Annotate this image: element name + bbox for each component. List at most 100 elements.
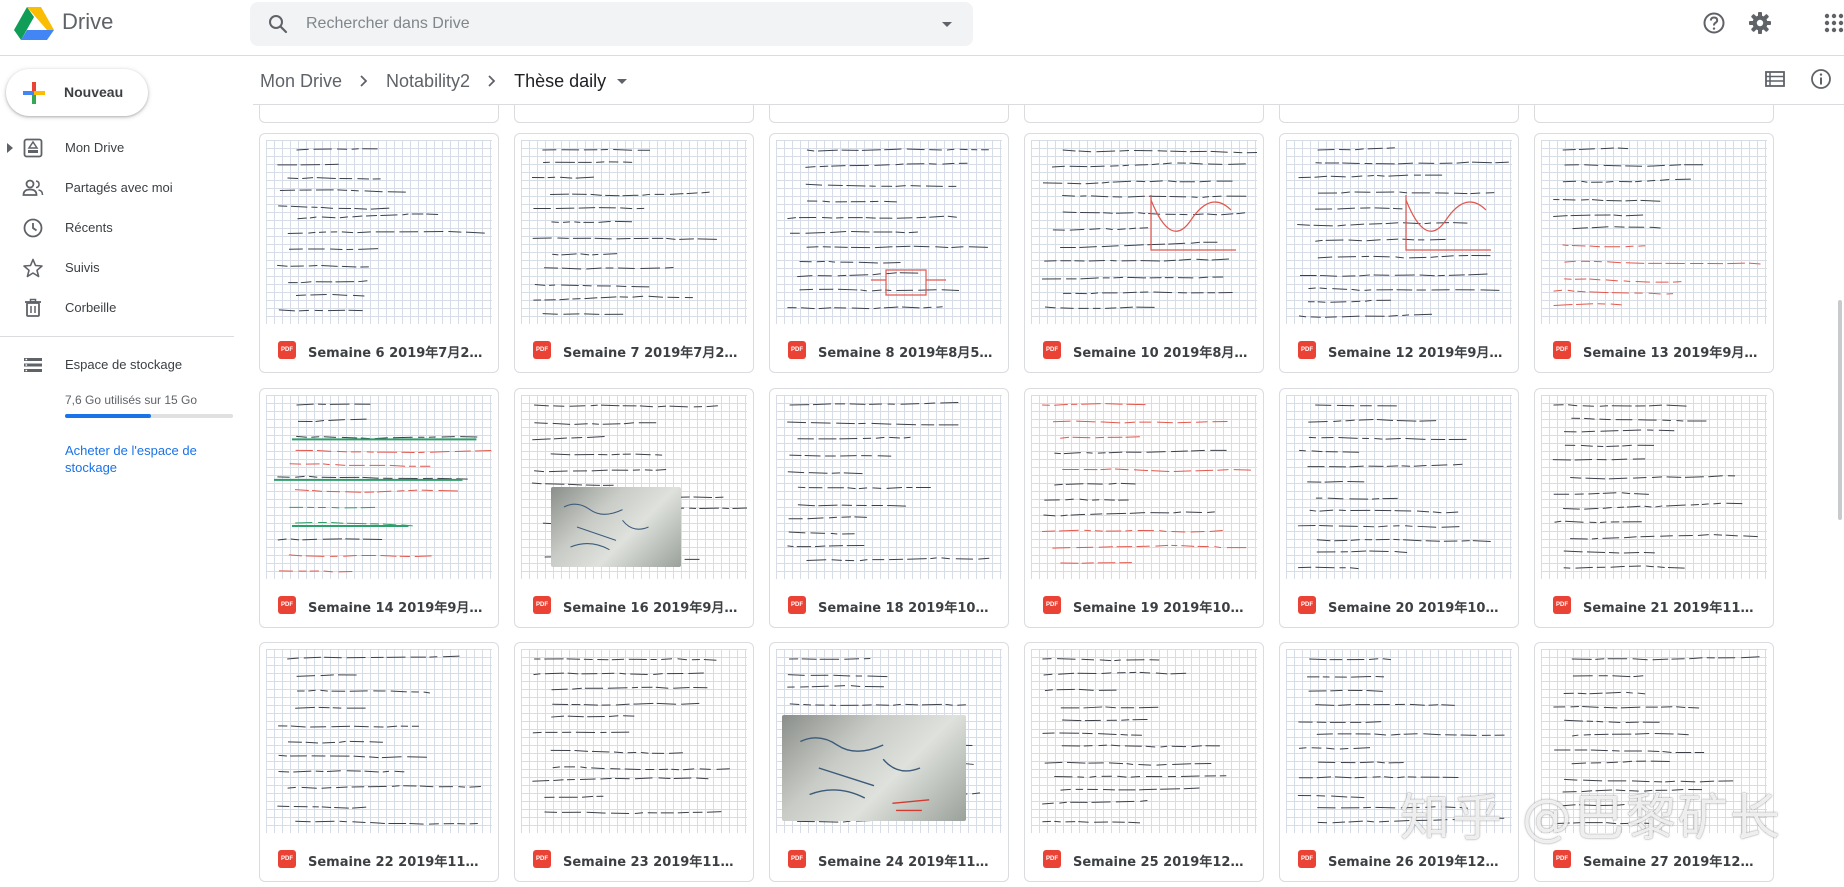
- file-footer[interactable]: PDF Semaine 6 2019年7月22日....: [260, 326, 498, 372]
- file-card[interactable]: PDF Semaine 12 2019年9月2日...: [1279, 133, 1519, 373]
- file-thumbnail[interactable]: [1541, 395, 1767, 579]
- search-bar[interactable]: [250, 2, 973, 46]
- handwriting-stroke: [1307, 676, 1385, 678]
- handwriting-stroke: [296, 674, 357, 677]
- file-card[interactable]: PDF Semaine 24 2019年11月25...: [769, 642, 1009, 882]
- file-thumbnail[interactable]: [1541, 140, 1767, 324]
- sidebar-item-storage[interactable]: Espace de stockage: [0, 349, 238, 381]
- breadcrumb-item-my-drive[interactable]: Mon Drive: [260, 71, 342, 92]
- file-card[interactable]: PDF Semaine 19 2019年10月22...: [1024, 388, 1264, 628]
- file-footer[interactable]: PDF Semaine 14 2019年9月16...: [260, 581, 498, 627]
- pdf-file-icon: PDF: [533, 341, 551, 359]
- file-footer[interactable]: PDF Semaine 18 2019年10月15...: [770, 581, 1008, 627]
- file-name: Semaine 14 2019年9月16...: [308, 601, 490, 616]
- handwriting-stroke: [1553, 706, 1700, 709]
- file-card[interactable]: PDF Semaine 7 2019年7月29日....: [514, 133, 754, 373]
- handwriting-stroke: [550, 749, 683, 754]
- file-footer[interactable]: PDF Semaine 24 2019年11月25...: [770, 835, 1008, 881]
- new-button[interactable]: Nouveau: [6, 69, 148, 116]
- pdf-file-icon: PDF: [278, 850, 296, 868]
- file-card[interactable]: PDF Semaine 14 2019年9月16...: [259, 388, 499, 628]
- breadcrumb-item-current-folder[interactable]: Thèse daily: [514, 71, 606, 92]
- handwriting-stroke: [1044, 761, 1212, 766]
- file-footer[interactable]: PDF Semaine 22 2019年11月12...: [260, 835, 498, 881]
- file-footer[interactable]: PDF Semaine 21 2019年11月4...: [1535, 581, 1773, 627]
- file-thumbnail[interactable]: [266, 140, 492, 324]
- chevron-down-icon[interactable]: [614, 73, 630, 89]
- pdf-file-icon: PDF: [1043, 341, 1061, 359]
- sidebar-item-starred[interactable]: Suivis: [0, 252, 238, 284]
- file-card[interactable]: PDF Semaine 8 2019年8月5日.p...: [769, 133, 1009, 373]
- search-options-caret-icon[interactable]: [935, 12, 959, 36]
- file-thumbnail[interactable]: [776, 649, 1002, 833]
- file-card-partial[interactable]: [259, 105, 499, 123]
- file-thumbnail[interactable]: [266, 649, 492, 833]
- handwritten-notes-preview: [532, 658, 730, 815]
- sidebar-item-shared[interactable]: Partagés avec moi: [0, 172, 238, 204]
- handwriting-stroke: [534, 404, 718, 408]
- drive-logo-icon[interactable]: [14, 5, 54, 41]
- file-card-partial[interactable]: [1279, 105, 1519, 123]
- handwriting-stroke: [531, 482, 614, 486]
- file-card[interactable]: PDF Semaine 16 2019年9月30...: [514, 388, 754, 628]
- breadcrumb-item-notability2[interactable]: Notability2: [386, 71, 470, 92]
- file-thumbnail[interactable]: [266, 395, 492, 579]
- list-view-icon[interactable]: [1763, 67, 1787, 91]
- sidebar-item-recent[interactable]: Récents: [0, 212, 238, 244]
- file-card[interactable]: PDF Semaine 25 2019年12月2...: [1024, 642, 1264, 882]
- file-thumbnail[interactable]: [1031, 395, 1257, 579]
- handwriting-stroke: [1554, 749, 1705, 754]
- file-card-partial[interactable]: [769, 105, 1009, 123]
- file-footer[interactable]: PDF Semaine 19 2019年10月22...: [1025, 581, 1263, 627]
- sidebar-item-trash[interactable]: Corbeille: [0, 292, 238, 324]
- file-footer[interactable]: PDF Semaine 7 2019年7月29日....: [515, 326, 753, 372]
- search-icon[interactable]: [266, 12, 290, 36]
- file-card[interactable]: PDF Semaine 23 2019年11月19...: [514, 642, 754, 882]
- file-card[interactable]: PDF Semaine 22 2019年11月12...: [259, 642, 499, 882]
- handwriting-stroke: [1315, 238, 1446, 242]
- handwriting-stroke: [1308, 287, 1500, 291]
- file-thumbnail[interactable]: [521, 140, 747, 324]
- file-footer[interactable]: PDF Semaine 20 2019年10月28...: [1280, 581, 1518, 627]
- file-thumbnail[interactable]: [1286, 395, 1512, 579]
- handwriting-stroke: [1315, 404, 1397, 407]
- gear-icon[interactable]: [1746, 9, 1774, 37]
- scrollbar-thumb[interactable]: [1838, 300, 1842, 520]
- file-footer[interactable]: PDF Semaine 16 2019年9月30...: [515, 581, 753, 627]
- info-icon[interactable]: [1809, 67, 1833, 91]
- handwriting-stroke: [295, 293, 365, 297]
- file-thumbnail[interactable]: [1286, 140, 1512, 324]
- file-footer[interactable]: PDF Semaine 23 2019年11月19...: [515, 835, 753, 881]
- apps-grid-icon[interactable]: [1820, 9, 1844, 37]
- file-card-partial[interactable]: [1534, 105, 1774, 123]
- file-card[interactable]: PDF Semaine 13 2019年9月9日...: [1534, 133, 1774, 373]
- file-card[interactable]: PDF Semaine 21 2019年11月4...: [1534, 388, 1774, 628]
- file-thumbnail[interactable]: [521, 649, 747, 833]
- file-thumbnail[interactable]: [1031, 140, 1257, 324]
- file-card[interactable]: PDF Semaine 20 2019年10月28...: [1279, 388, 1519, 628]
- file-card-partial[interactable]: [514, 105, 754, 123]
- file-card[interactable]: PDF Semaine 10 2019年8月19...: [1024, 133, 1264, 373]
- handwriting-stroke: [1044, 498, 1129, 501]
- file-thumbnail[interactable]: [776, 140, 1002, 324]
- file-thumbnail[interactable]: [521, 395, 747, 579]
- file-card[interactable]: PDF Semaine 6 2019年7月22日....: [259, 133, 499, 373]
- expand-caret-icon[interactable]: [6, 142, 14, 154]
- handwriting-stroke: [1052, 420, 1228, 424]
- file-footer[interactable]: PDF Semaine 13 2019年9月9日...: [1535, 326, 1773, 372]
- file-footer[interactable]: PDF Semaine 10 2019年8月19...: [1025, 326, 1263, 372]
- file-card-partial[interactable]: [1024, 105, 1264, 123]
- file-footer[interactable]: PDF Semaine 25 2019年12月2...: [1025, 835, 1263, 881]
- file-thumbnail[interactable]: [1031, 649, 1257, 833]
- file-footer[interactable]: PDF Semaine 12 2019年9月2日...: [1280, 326, 1518, 372]
- help-icon[interactable]: [1700, 9, 1728, 37]
- pdf-file-icon: PDF: [1043, 596, 1061, 614]
- app-name[interactable]: Drive: [62, 9, 113, 35]
- file-card[interactable]: PDF Semaine 18 2019年10月15...: [769, 388, 1009, 628]
- search-input[interactable]: [306, 11, 886, 37]
- file-thumbnail[interactable]: [776, 395, 1002, 579]
- buy-storage-link[interactable]: Acheter de l'espace de stockage: [65, 442, 225, 476]
- file-footer[interactable]: PDF Semaine 8 2019年8月5日.p...: [770, 326, 1008, 372]
- sidebar-item-my-drive[interactable]: Mon Drive: [0, 132, 238, 164]
- handwriting-stroke: [1061, 744, 1220, 748]
